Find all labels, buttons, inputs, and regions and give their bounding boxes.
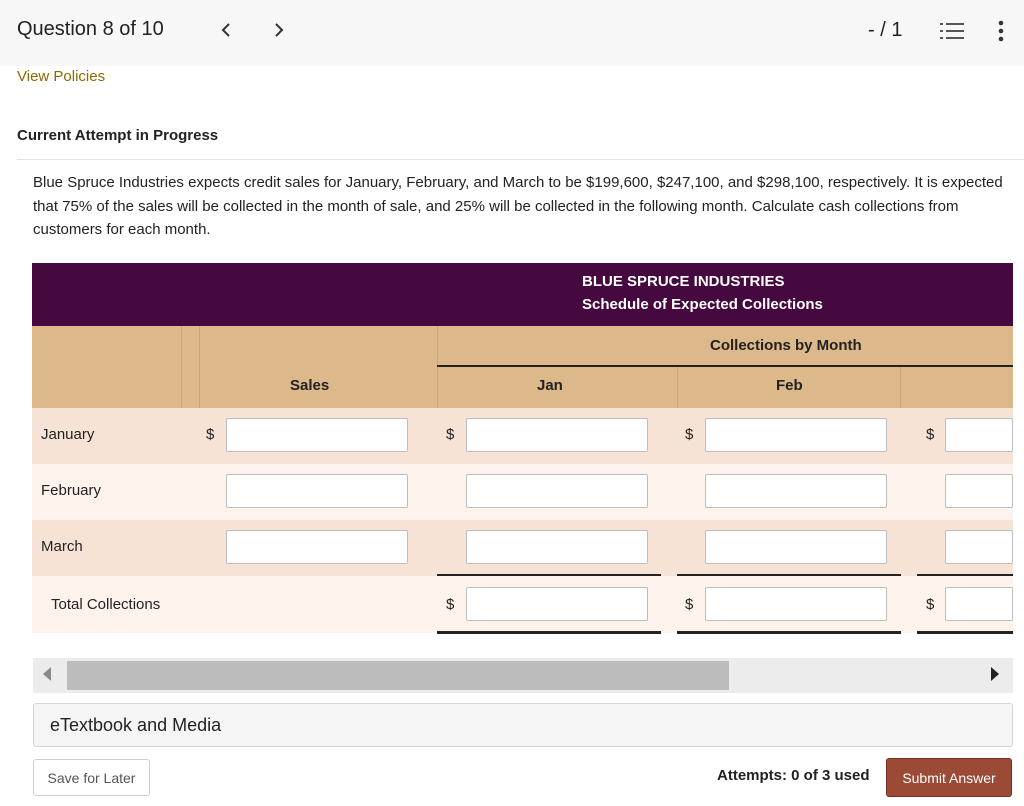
chevron-right-icon bbox=[275, 23, 284, 37]
etextbook-media-panel[interactable]: eTextbook and Media bbox=[33, 703, 1013, 747]
attempt-status: Current Attempt in Progress bbox=[17, 127, 219, 144]
row-label-january: January bbox=[41, 426, 95, 443]
view-policies-link[interactable]: View Policies bbox=[17, 68, 105, 85]
table-row-march: March bbox=[32, 520, 1013, 576]
table-horizontal-scrollbar[interactable] bbox=[33, 658, 1013, 693]
next-question-button[interactable] bbox=[267, 16, 291, 44]
numbered-list-icon bbox=[940, 23, 964, 39]
question-score: - / 1 bbox=[868, 19, 903, 41]
column-divider bbox=[437, 326, 438, 408]
january-jan-collection-input[interactable] bbox=[466, 418, 648, 452]
table-row-january: January $ $ $ $ bbox=[32, 408, 1013, 464]
column-divider bbox=[900, 367, 901, 408]
table-row-total: Total Collections $ $ $ bbox=[32, 576, 1013, 633]
column-header-feb: Feb bbox=[776, 377, 803, 394]
scrollbar-thumb[interactable] bbox=[67, 661, 729, 690]
question-counter: Question 8 of 10 bbox=[17, 18, 164, 40]
total-feb-collection-input[interactable] bbox=[705, 587, 887, 621]
problem-statement: Blue Spruce Industries expects credit sa… bbox=[33, 174, 1003, 238]
column-header-jan: Jan bbox=[537, 377, 563, 394]
submit-answer-button[interactable]: Submit Answer bbox=[886, 758, 1012, 797]
column-header-sales: Sales bbox=[290, 377, 330, 394]
more-options-button[interactable] bbox=[992, 18, 1010, 44]
february-sales-input[interactable] bbox=[226, 474, 408, 508]
currency-symbol: $ bbox=[685, 596, 694, 613]
company-name: BLUE SPRUCE INDUSTRIES bbox=[582, 273, 785, 290]
schedule-title: Schedule of Expected Collections bbox=[582, 296, 823, 313]
header-rule bbox=[437, 365, 1013, 367]
question-list-button[interactable] bbox=[940, 20, 964, 42]
currency-symbol: $ bbox=[926, 596, 935, 613]
table-title-band: BLUE SPRUCE INDUSTRIES Schedule of Expec… bbox=[32, 263, 1013, 326]
total-double-rule bbox=[677, 631, 901, 634]
row-label-february: February bbox=[41, 482, 102, 499]
march-feb-collection-input[interactable] bbox=[705, 530, 887, 564]
column-divider bbox=[199, 326, 200, 408]
total-mar-collection-input[interactable] bbox=[945, 587, 1013, 621]
attempts-counter: Attempts: 0 of 3 used bbox=[717, 767, 870, 784]
march-sales-input[interactable] bbox=[226, 530, 408, 564]
table-row-february: February bbox=[32, 464, 1013, 520]
question-header-bar: Question 8 of 10 - / 1 bbox=[0, 0, 1024, 66]
save-for-later-button[interactable]: Save for Later bbox=[33, 759, 150, 796]
previous-question-button[interactable] bbox=[214, 16, 238, 44]
january-mar-collection-input[interactable] bbox=[945, 418, 1013, 452]
scroll-left-arrow-icon[interactable] bbox=[43, 667, 51, 681]
currency-symbol: $ bbox=[206, 426, 215, 443]
etextbook-label: eTextbook and Media bbox=[50, 715, 222, 735]
collections-by-month-header: Collections by Month bbox=[710, 337, 862, 354]
total-double-rule bbox=[437, 631, 661, 634]
vertical-ellipsis-icon bbox=[998, 20, 1004, 42]
scroll-right-arrow-icon[interactable] bbox=[991, 667, 999, 681]
section-divider bbox=[17, 159, 1024, 160]
january-sales-input[interactable] bbox=[226, 418, 408, 452]
march-jan-collection-input[interactable] bbox=[466, 530, 648, 564]
february-mar-collection-input[interactable] bbox=[945, 474, 1013, 508]
march-mar-collection-input[interactable] bbox=[945, 530, 1013, 564]
column-divider bbox=[677, 367, 678, 408]
february-feb-collection-input[interactable] bbox=[705, 474, 887, 508]
total-jan-collection-input[interactable] bbox=[466, 587, 648, 621]
currency-symbol: $ bbox=[926, 426, 935, 443]
currency-symbol: $ bbox=[446, 596, 455, 613]
currency-symbol: $ bbox=[685, 426, 694, 443]
row-label-march: March bbox=[41, 538, 83, 555]
column-divider bbox=[181, 326, 182, 408]
row-label-total: Total Collections bbox=[51, 596, 161, 613]
chevron-left-icon bbox=[221, 23, 230, 37]
february-jan-collection-input[interactable] bbox=[466, 474, 648, 508]
currency-symbol: $ bbox=[446, 426, 455, 443]
january-feb-collection-input[interactable] bbox=[705, 418, 887, 452]
column-header-band bbox=[32, 326, 1013, 408]
total-double-rule bbox=[917, 631, 1013, 634]
collections-schedule-table: BLUE SPRUCE INDUSTRIES Schedule of Expec… bbox=[32, 263, 1013, 635]
